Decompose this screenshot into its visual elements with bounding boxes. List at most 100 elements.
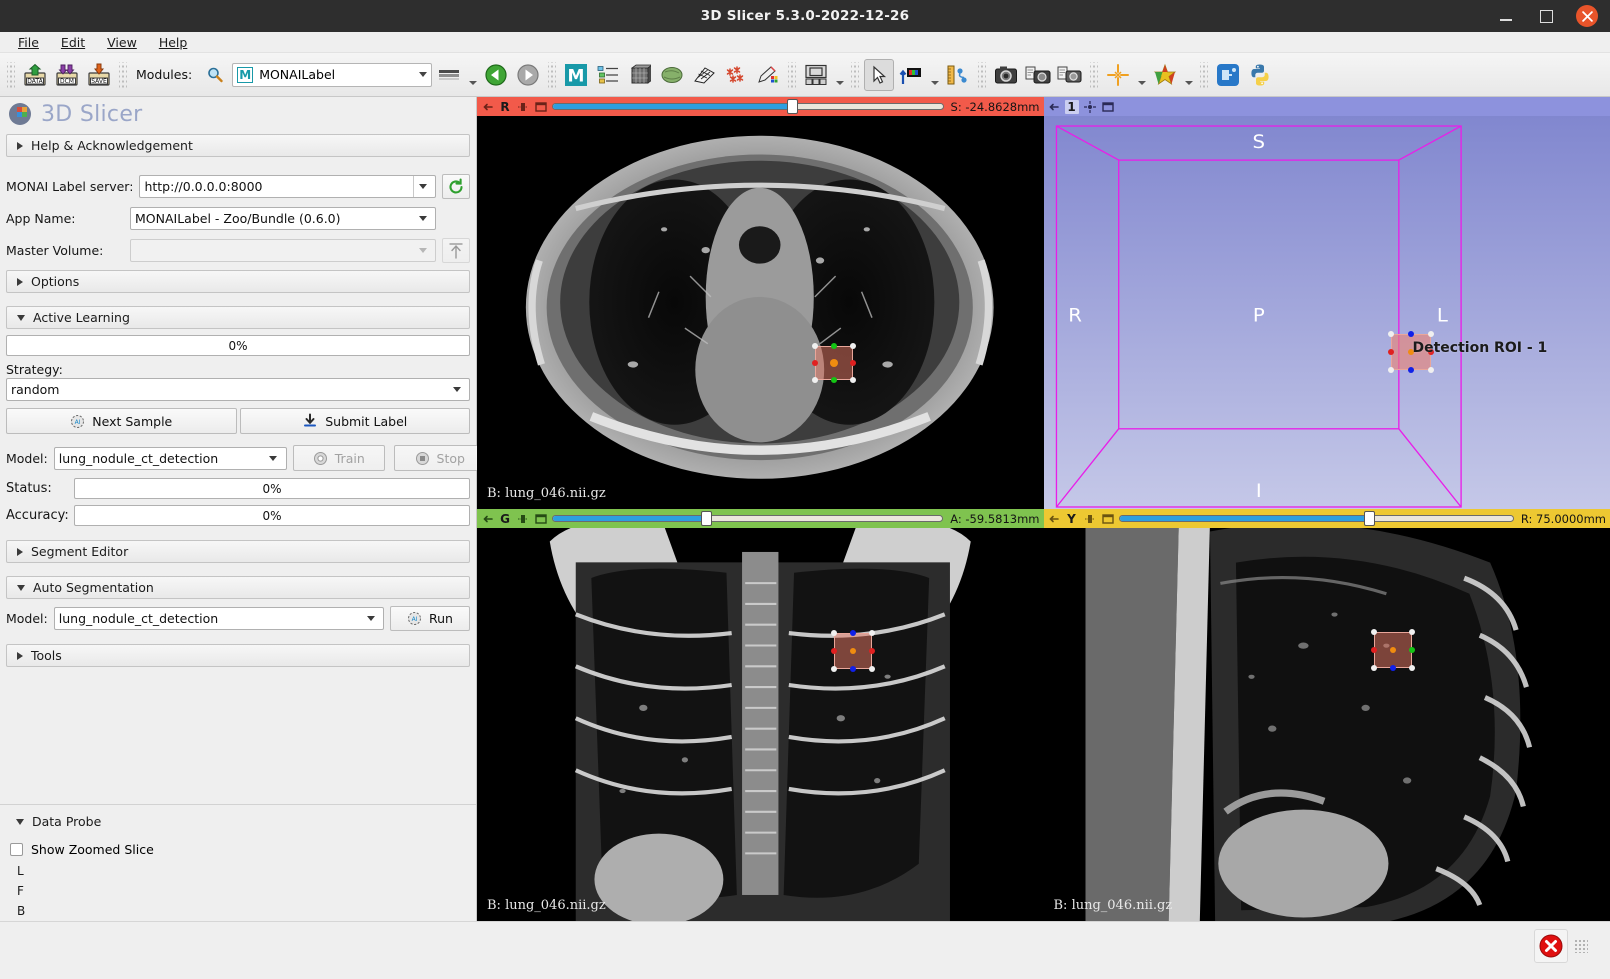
app-name-select[interactable]: MONAILabel - Zoo/Bundle (0.6.0): [130, 207, 436, 230]
train-model-select[interactable]: lung_nodule_ct_detection: [53, 446, 287, 470]
sagittal-slice-slider[interactable]: [1118, 511, 1514, 526]
module-favorites-button[interactable]: [434, 59, 464, 91]
layout-four-up-button[interactable]: [801, 59, 831, 91]
section-active-learning[interactable]: Active Learning: [6, 306, 470, 329]
pin-icon[interactable]: [1048, 100, 1061, 113]
roi-corner-handle[interactable]: [1387, 331, 1394, 337]
roi-corner-handle[interactable]: [1370, 665, 1377, 671]
roi-corner-handle[interactable]: [1387, 367, 1394, 373]
menu-view[interactable]: View: [97, 33, 147, 52]
section-data-probe[interactable]: Data Probe: [6, 810, 470, 833]
slice-visibility-icon[interactable]: [516, 100, 530, 113]
layout-caret[interactable]: [833, 59, 846, 91]
roi-edge-handle[interactable]: [831, 648, 837, 654]
resize-grip-icon[interactable]: [1574, 938, 1588, 953]
menu-file[interactable]: File: [8, 33, 49, 52]
roi-edge-handle[interactable]: [1387, 349, 1394, 355]
slice-visibility-icon[interactable]: [516, 512, 530, 525]
minimize-button[interactable]: [1496, 6, 1516, 26]
window-level-caret[interactable]: [928, 59, 941, 91]
strategy-select[interactable]: random: [6, 378, 470, 401]
close-button[interactable]: [1576, 5, 1598, 27]
master-volume-select[interactable]: [130, 239, 436, 262]
markups-color-button[interactable]: [1150, 59, 1180, 91]
axial-image[interactable]: B: lung_046.nii.gz: [477, 116, 1044, 509]
roi-center-handle[interactable]: [830, 359, 838, 367]
pin-icon[interactable]: [481, 512, 494, 525]
sagittal-slice-view[interactable]: Y R: 75.0000mm B: lung_046.nii.gz: [1043, 509, 1610, 921]
three-d-scene[interactable]: S I R L P Detection ROI - 1: [1043, 116, 1610, 509]
roi-corner-handle[interactable]: [831, 630, 837, 636]
next-sample-button[interactable]: AI Next Sample: [6, 408, 237, 434]
roi-edge-handle[interactable]: [831, 343, 837, 349]
scene-views-restore-button[interactable]: [1055, 59, 1085, 91]
previous-module-button[interactable]: [481, 59, 511, 91]
maximize-view-icon[interactable]: [1101, 100, 1115, 113]
module-search-button[interactable]: [200, 59, 230, 91]
roi-corner-handle[interactable]: [869, 630, 875, 636]
segmentations-button[interactable]: [657, 59, 687, 91]
axial-slice-slider[interactable]: [552, 99, 944, 114]
mouse-pointer-button[interactable]: [864, 58, 895, 91]
window-level-button[interactable]: [896, 59, 926, 91]
module-favorites-caret[interactable]: [466, 59, 479, 91]
roi-edge-handle[interactable]: [1407, 331, 1414, 337]
markups-button[interactable]: [721, 59, 751, 91]
roi-edge-handle[interactable]: [1407, 367, 1414, 373]
roi-edge-handle[interactable]: [1389, 665, 1396, 671]
roi-corner-handle[interactable]: [850, 377, 856, 383]
roi-corner-handle[interactable]: [1408, 665, 1415, 671]
python-console-button[interactable]: [1245, 59, 1275, 91]
roi-edge-handle[interactable]: [831, 377, 837, 383]
section-segment-editor[interactable]: Segment Editor: [6, 540, 470, 563]
roi-corner-handle[interactable]: [812, 377, 818, 383]
center-view-icon[interactable]: [1083, 100, 1097, 113]
markups-color-caret[interactable]: [1182, 59, 1195, 91]
auto-model-select[interactable]: lung_nodule_ct_detection: [53, 607, 384, 630]
roi-edge-handle[interactable]: [850, 360, 856, 366]
crosshair-button[interactable]: [1103, 59, 1133, 91]
server-input[interactable]: http://0.0.0.0:8000: [139, 175, 436, 198]
coronal-image[interactable]: B: lung_046.nii.gz: [477, 528, 1044, 921]
annotations-button[interactable]: [753, 59, 783, 91]
roi-corner-handle[interactable]: [1408, 629, 1415, 635]
roi-center-handle[interactable]: [850, 648, 856, 654]
detection-roi-axial[interactable]: [812, 343, 856, 383]
submit-label-button[interactable]: Submit Label: [239, 408, 470, 434]
roi-edge-handle[interactable]: [869, 648, 875, 654]
scene-views-capture-button[interactable]: [1023, 59, 1053, 91]
monailabel-module-button[interactable]: M: [561, 59, 591, 91]
section-options[interactable]: Options: [6, 270, 470, 293]
section-tools[interactable]: Tools: [6, 644, 470, 667]
train-button[interactable]: Train: [292, 445, 385, 471]
detection-roi-sagittal[interactable]: [1370, 629, 1415, 671]
roi-corner-handle[interactable]: [1370, 629, 1377, 635]
show-zoomed-slice-row[interactable]: Show Zoomed Slice: [10, 842, 470, 857]
run-button[interactable]: AI Run: [390, 606, 470, 631]
menu-edit[interactable]: Edit: [51, 33, 95, 52]
roi-corner-handle[interactable]: [869, 666, 875, 672]
coronal-slice-slider[interactable]: [552, 511, 944, 526]
detection-roi-coronal[interactable]: [831, 630, 875, 672]
extension-manager-button[interactable]: [1213, 59, 1243, 91]
volume-rendering-button[interactable]: [625, 59, 655, 91]
axial-slice-view[interactable]: R S: -24.8628mm B: lung_046.nii.gz: [477, 97, 1044, 509]
next-module-button[interactable]: [513, 59, 543, 91]
maximize-button[interactable]: [1536, 6, 1556, 26]
roi-center-handle[interactable]: [1389, 647, 1396, 653]
roi-edge-handle[interactable]: [850, 630, 856, 636]
chevron-down-icon[interactable]: [414, 184, 431, 189]
show-zoomed-slice-checkbox[interactable]: [10, 843, 23, 856]
section-auto-segmentation[interactable]: Auto Segmentation: [6, 576, 470, 599]
sagittal-image[interactable]: B: lung_046.nii.gz: [1043, 528, 1610, 921]
roi-edge-handle[interactable]: [1408, 647, 1415, 653]
save-data-button[interactable]: SAVE: [84, 59, 114, 91]
toolbar-handle[interactable]: [7, 61, 15, 88]
error-log-button[interactable]: [1534, 928, 1568, 963]
maximize-view-icon[interactable]: [1101, 512, 1115, 525]
crosshair-caret[interactable]: [1135, 59, 1148, 91]
roi-corner-handle[interactable]: [850, 343, 856, 349]
pin-icon[interactable]: [1048, 512, 1061, 525]
three-d-view[interactable]: 1 S I R L P Detection ROI - 1: [1043, 97, 1610, 509]
roi-corner-handle[interactable]: [831, 666, 837, 672]
